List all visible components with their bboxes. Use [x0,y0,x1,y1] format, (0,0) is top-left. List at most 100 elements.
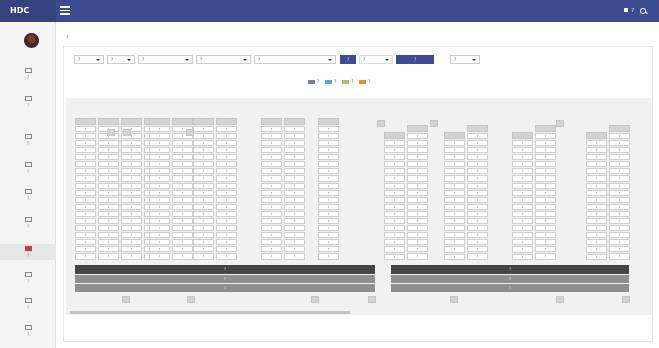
unit-cell[interactable]: ? [75,232,96,239]
unit-cell[interactable]: ? [261,253,282,260]
unit-cell[interactable]: ? [216,168,237,175]
unit-cell[interactable]: ? [284,239,305,246]
unit-cell[interactable]: ? [512,182,533,189]
unit-cell[interactable]: ? [193,196,214,203]
unit-cell[interactable]: ? [609,132,630,139]
unit-cell[interactable]: ? [75,161,96,168]
unit-cell[interactable]: ? [444,210,465,218]
unit-cell[interactable]: ? [121,175,142,182]
unit-cell[interactable]: ? [172,196,193,203]
unit-cell[interactable]: ? [384,161,405,168]
unit-cell[interactable]: ? [512,218,533,225]
unit-cell[interactable]: ? [384,210,405,218]
unit-cell[interactable]: ? [98,225,119,232]
unit-cell[interactable]: ? [512,239,533,246]
unit-cell[interactable]: ? [193,147,214,154]
unit-cell[interactable]: ? [98,232,119,239]
unit-cell[interactable]: ? [121,161,142,168]
unit-cell[interactable]: ? [467,182,488,189]
unit-cell[interactable]: ? [98,161,119,168]
unit-cell[interactable]: ? [318,154,339,161]
sidebar-nav-item[interactable]: ? [0,270,56,286]
unit-cell[interactable]: ? [318,125,339,132]
unit-cell[interactable]: ? [172,189,193,196]
unit-cell[interactable]: ? [467,246,488,253]
unit-cell[interactable]: ? [149,218,170,225]
unit-cell[interactable]: ? [261,147,282,154]
unit-cell[interactable]: ? [444,253,465,260]
unit-cell[interactable]: ? [172,139,193,147]
unit-cell[interactable]: ? [98,154,119,161]
unit-cell[interactable]: ? [121,246,142,253]
unit-cell[interactable]: ? [193,125,214,132]
unit-cell[interactable]: ? [512,232,533,239]
unit-cell[interactable]: ? [75,218,96,225]
unit-cell[interactable]: ? [261,161,282,168]
unit-cell[interactable]: ? [318,246,339,253]
unit-cell[interactable]: ? [75,203,96,210]
unit-cell[interactable]: ? [261,182,282,189]
unit-cell[interactable]: ? [586,196,607,203]
unit-cell[interactable]: ? [467,196,488,203]
user-menu[interactable]: ? [624,0,634,22]
unit-cell[interactable]: ? [512,210,533,218]
unit-cell[interactable]: ? [261,218,282,225]
unit-cell[interactable]: ? [384,239,405,246]
unit-cell[interactable]: ? [284,182,305,189]
unit-cell[interactable]: ? [609,139,630,147]
unit-cell[interactable]: ? [609,147,630,154]
sidebar-nav-item[interactable]: ? [0,187,56,203]
search-icon[interactable] [640,7,647,15]
avatar[interactable] [24,33,39,48]
sidebar-nav-item[interactable]: ? [0,244,56,260]
unit-cell[interactable]: ? [586,161,607,168]
unit-cell[interactable]: ? [407,225,428,232]
filter-select-4[interactable]: ? [196,55,251,64]
unit-cell[interactable]: ? [609,154,630,161]
filter-select-1[interactable]: ? [74,55,104,64]
unit-cell[interactable]: ? [172,168,193,175]
unit-cell[interactable]: ? [98,139,119,147]
unit-cell[interactable]: ? [98,147,119,154]
unit-cell[interactable]: ? [216,154,237,161]
unit-cell[interactable]: ? [261,246,282,253]
unit-cell[interactable]: ? [193,154,214,161]
unit-cell[interactable]: ? [75,154,96,161]
unit-cell[interactable]: ? [193,239,214,246]
unit-cell[interactable]: ? [284,132,305,139]
unit-cell[interactable]: ? [444,168,465,175]
unit-cell[interactable]: ? [193,225,214,232]
unit-cell[interactable]: ? [586,225,607,232]
unit-cell[interactable]: ? [193,175,214,182]
unit-cell[interactable]: ? [384,147,405,154]
unit-cell[interactable]: ? [467,161,488,168]
sidebar-nav-item[interactable]: ? [0,160,56,176]
unit-cell[interactable]: ? [216,203,237,210]
unit-cell[interactable]: ? [261,132,282,139]
unit-cell[interactable]: ? [193,253,214,260]
unit-cell[interactable]: ? [512,168,533,175]
unit-cell[interactable]: ? [407,253,428,260]
unit-cell[interactable]: ? [98,196,119,203]
unit-cell[interactable]: ? [444,225,465,232]
unit-cell[interactable]: ? [444,203,465,210]
unit-cell[interactable]: ? [318,132,339,139]
unit-cell[interactable]: ? [149,225,170,232]
unit-cell[interactable]: ? [535,161,556,168]
unit-cell[interactable]: ? [98,203,119,210]
unit-cell[interactable]: ? [121,239,142,246]
unit-cell[interactable]: ? [535,196,556,203]
unit-cell[interactable]: ? [407,239,428,246]
unit-cell[interactable]: ? [467,139,488,147]
unit-cell[interactable]: ? [216,196,237,203]
unit-cell[interactable]: ? [467,154,488,161]
unit-cell[interactable]: ? [98,182,119,189]
unit-cell[interactable]: ? [444,239,465,246]
unit-cell[interactable]: ? [216,210,237,218]
unit-cell[interactable]: ? [98,253,119,260]
unit-cell[interactable]: ? [121,182,142,189]
unit-cell[interactable]: ? [512,147,533,154]
sidebar-nav-item[interactable]: ? [0,215,56,231]
unit-cell[interactable]: ? [467,168,488,175]
unit-cell[interactable]: ? [193,232,214,239]
